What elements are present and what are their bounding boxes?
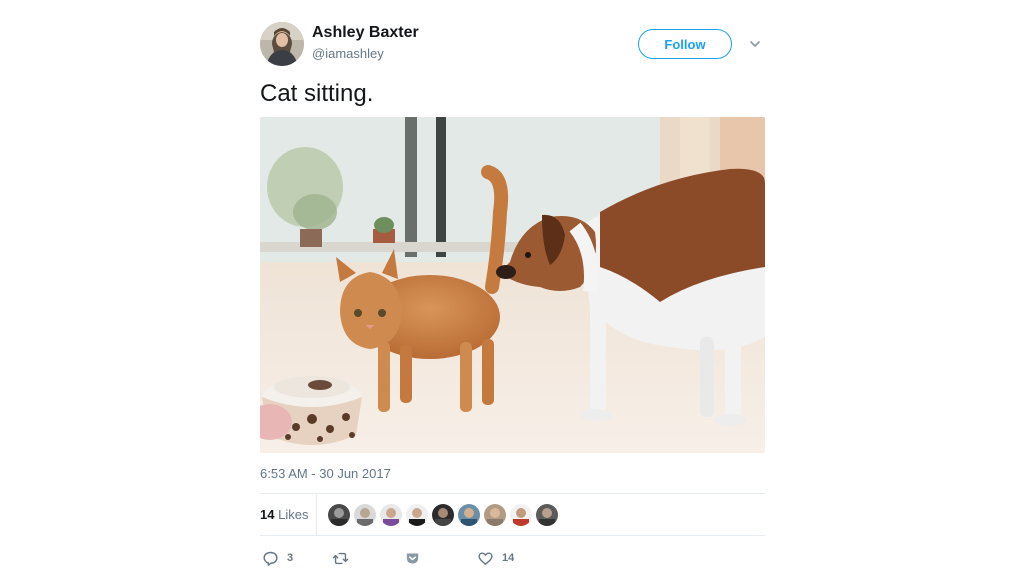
- tweet-photo[interactable]: [260, 117, 765, 453]
- liker-avatar[interactable]: [483, 503, 507, 527]
- tweet-timestamp[interactable]: 6:53 AM - 30 Jun 2017: [260, 466, 391, 481]
- reply-count: 3: [287, 552, 294, 564]
- retweet-button[interactable]: [332, 548, 349, 568]
- liker-avatar[interactable]: [379, 503, 403, 527]
- liker-avatar[interactable]: [327, 503, 351, 527]
- likes-summary[interactable]: 14 Likes: [260, 507, 308, 522]
- liker-avatar[interactable]: [457, 503, 481, 527]
- likes-label: Likes: [278, 507, 309, 522]
- heart-icon: [478, 551, 493, 565]
- reply-button[interactable]: 3: [262, 548, 293, 568]
- chevron-down-icon[interactable]: [748, 37, 762, 51]
- author-name[interactable]: Ashley Baxter: [312, 24, 419, 42]
- avatar[interactable]: [260, 22, 304, 66]
- liker-avatar[interactable]: [509, 503, 533, 527]
- pocket-icon: [406, 553, 419, 563]
- liker-avatar[interactable]: [431, 503, 455, 527]
- tweet-text: Cat sitting.: [260, 80, 374, 107]
- tweet-card: Ashley Baxter @iamashley Follow Cat sitt…: [260, 20, 765, 576]
- liker-avatar[interactable]: [353, 503, 377, 527]
- like-count: 14: [502, 552, 515, 564]
- vertical-divider: [316, 493, 317, 535]
- retweet-icon: [332, 552, 349, 564]
- likes-count: 14: [260, 507, 275, 522]
- liker-avatar[interactable]: [405, 503, 429, 527]
- follow-button[interactable]: Follow: [638, 29, 732, 59]
- liker-avatar[interactable]: [535, 503, 559, 527]
- like-button[interactable]: 14: [477, 548, 514, 568]
- divider: [260, 535, 765, 536]
- likers-avatars: [327, 503, 559, 527]
- save-button[interactable]: [404, 548, 421, 568]
- divider: [260, 493, 765, 494]
- author-handle[interactable]: @iamashley: [312, 46, 384, 61]
- reply-icon: [263, 551, 278, 566]
